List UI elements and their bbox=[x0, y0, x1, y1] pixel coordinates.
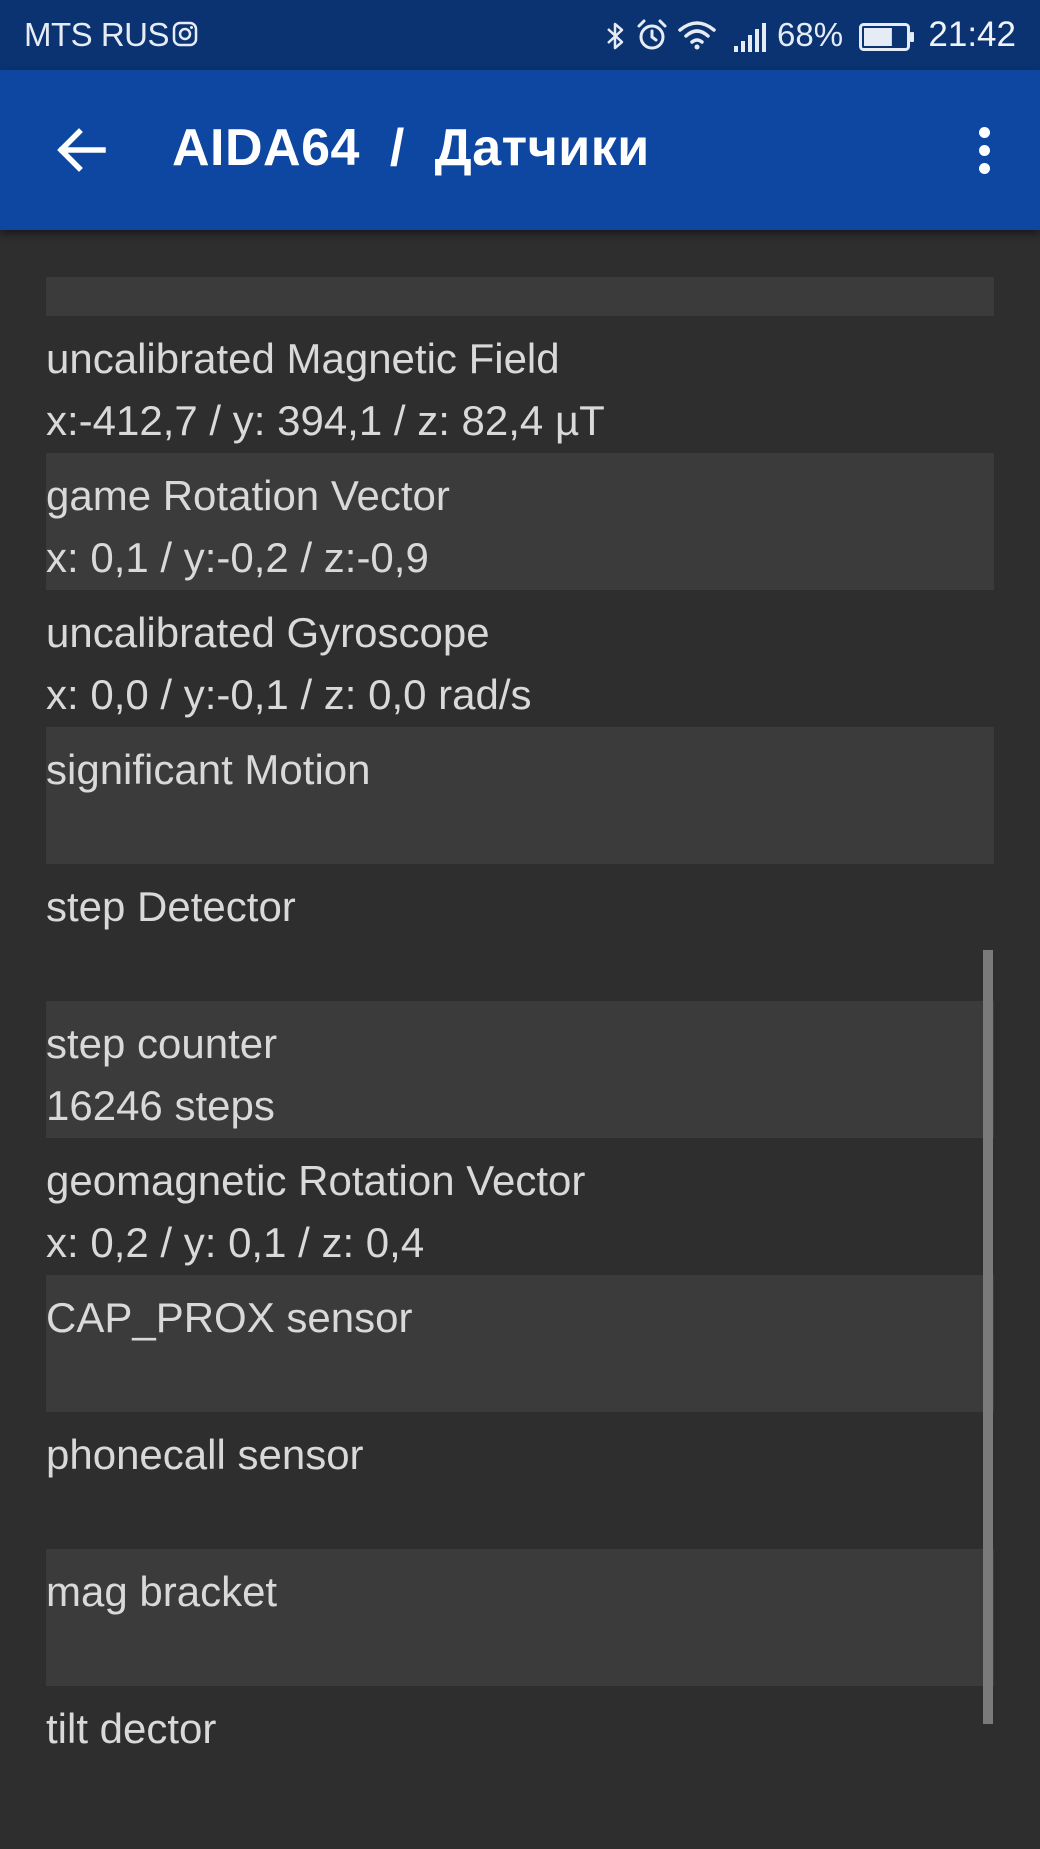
sensor-row[interactable]: mag bracket bbox=[46, 1549, 994, 1686]
more-vert-icon bbox=[978, 126, 990, 138]
sensor-row[interactable]: geomagnetic Rotation Vector x: 0,2 / y: 0… bbox=[46, 1138, 994, 1275]
battery-percent: 68% bbox=[777, 16, 844, 53]
sensor-row[interactable]: game Rotation Vector x: 0,1 / y:-0,2 / z:… bbox=[46, 453, 994, 590]
list-top-strip bbox=[46, 277, 994, 316]
clock: 21:42 bbox=[928, 15, 1016, 54]
app-bar: AIDA64 / Датчики bbox=[0, 70, 1040, 230]
alarm-icon bbox=[637, 19, 667, 50]
sensor-name: geomagnetic Rotation Vector bbox=[46, 1157, 586, 1204]
sensor-name: tilt dector bbox=[46, 1705, 217, 1752]
sensor-name: uncalibrated Gyroscope bbox=[46, 609, 490, 656]
sensor-name: uncalibrated Magnetic Field bbox=[46, 335, 560, 382]
arrow-back-icon bbox=[57, 128, 106, 172]
more-options-button[interactable] bbox=[954, 120, 1014, 180]
sensor-row[interactable]: tilt dector bbox=[46, 1686, 994, 1823]
sensor-value: x: 0,0 / y:-0,1 / z: 0,0 rad/s bbox=[46, 671, 532, 718]
signal-icon bbox=[734, 23, 766, 52]
sensor-name: step counter bbox=[46, 1020, 278, 1067]
more-vert-icon-dot bbox=[978, 144, 990, 156]
sensor-name: CAP_PROX sensor bbox=[46, 1294, 413, 1341]
more-vert-icon-dot bbox=[978, 162, 990, 174]
sensor-name: mag bracket bbox=[46, 1568, 278, 1615]
sensor-value: x: 0,1 / y:-0,2 / z:-0,9 bbox=[46, 534, 429, 581]
carrier-label: MTS RUS bbox=[24, 16, 170, 53]
sensor-row[interactable]: phonecall sensor bbox=[46, 1412, 994, 1549]
sensor-row[interactable]: step Detector bbox=[46, 864, 994, 1001]
sensor-row[interactable]: uncalibrated Magnetic Field x:-412,7 / y:… bbox=[46, 316, 994, 453]
wifi-icon bbox=[678, 21, 716, 50]
instagram-icon bbox=[172, 21, 198, 47]
sensor-row[interactable]: significant Motion bbox=[46, 727, 994, 864]
sensor-name: step Detector bbox=[46, 883, 296, 930]
bluetooth-icon bbox=[607, 22, 624, 50]
battery-icon bbox=[859, 23, 914, 51]
sensor-value: x:-412,7 / y: 394,1 / z: 82,4 µT bbox=[46, 397, 605, 444]
sensor-row[interactable]: uncalibrated Gyroscope x: 0,0 / y:-0,1 / … bbox=[46, 590, 994, 727]
scrollbar[interactable] bbox=[983, 950, 993, 1724]
back-button[interactable] bbox=[42, 110, 122, 190]
sensor-value: 16246 steps bbox=[46, 1082, 275, 1129]
sensor-value: x: 0,2 / y: 0,1 / z: 0,4 bbox=[46, 1219, 425, 1266]
sensor-name: phonecall sensor bbox=[46, 1431, 364, 1478]
sensor-row[interactable]: step counter 16246 steps bbox=[46, 1001, 994, 1138]
sensor-name: game Rotation Vector bbox=[46, 472, 450, 519]
sensor-row[interactable]: CAP_PROX sensor bbox=[46, 1275, 994, 1412]
page-title: AIDA64 / Датчики bbox=[172, 119, 650, 177]
sensor-name: significant Motion bbox=[46, 746, 371, 793]
status-bar: MTS RUS 68% 21:42 bbox=[0, 0, 1040, 70]
